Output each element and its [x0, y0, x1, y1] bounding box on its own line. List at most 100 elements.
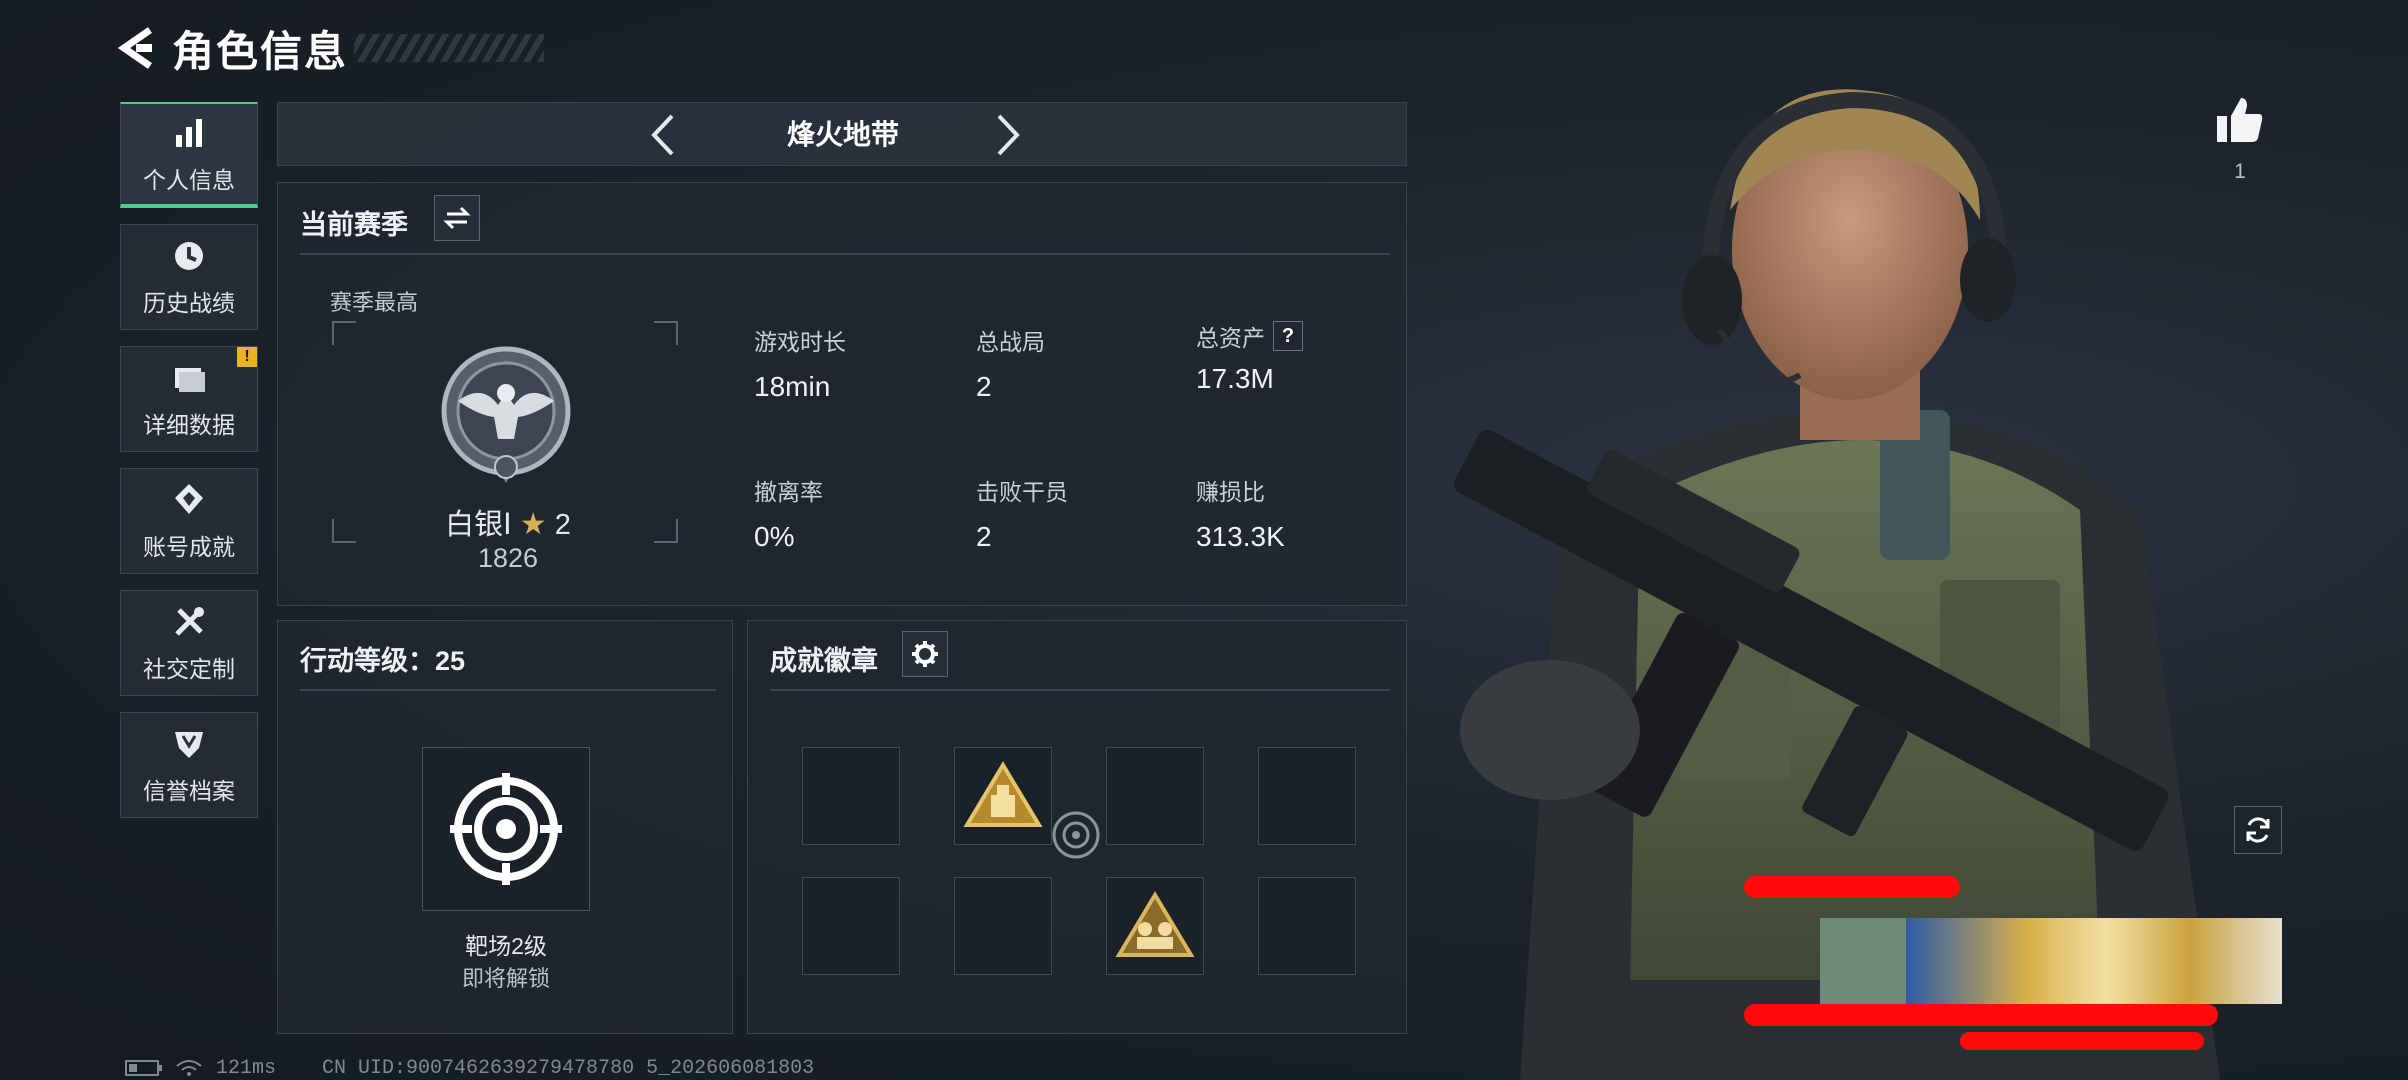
sidebar-item-label: 个人信息: [143, 167, 235, 193]
stat-value: 0%: [754, 521, 795, 552]
ping-value: 121ms: [216, 1056, 277, 1080]
stat-label: 赚损比: [1196, 479, 1265, 505]
redaction-mark: [1960, 1032, 2204, 1050]
mode-next-button[interactable]: [978, 109, 1038, 161]
badge-emblem-icon: [1052, 811, 1100, 859]
mode-selector: 烽火地带: [277, 102, 1407, 166]
badge-slot[interactable]: [1106, 747, 1204, 845]
action-level-panel: 行动等级：25 靶场2级 即将解锁: [277, 620, 733, 1034]
unlock-status: 即将解锁: [461, 966, 550, 991]
sidebar-item-label: 社交定制: [143, 656, 235, 682]
season-panel: 当前赛季 赛季最高 白银Ⅰ ★ 2 1826 游戏时长 18min 总战局 2: [277, 182, 1407, 606]
sidebar-item-reputation[interactable]: 信誉档案: [120, 712, 258, 818]
sidebar-item-personal-info[interactable]: 个人信息: [120, 102, 258, 208]
thumbs-up-icon: [2217, 98, 2263, 142]
stat-value: 2: [976, 521, 992, 552]
refresh-button[interactable]: [2234, 806, 2282, 854]
season-switch-button[interactable]: [434, 195, 480, 241]
badge-slot[interactable]: [1258, 747, 1356, 845]
bar-chart-icon: [176, 119, 202, 147]
badge-slot[interactable]: [954, 877, 1052, 975]
help-icon[interactable]: ?: [1273, 321, 1303, 351]
chevron-left-icon: [651, 114, 674, 156]
like-count: 1: [2234, 160, 2246, 183]
uid-text: CN UID:9007462639279478780 5_20260608180…: [322, 1056, 815, 1080]
sidebar-item-label: 账号成就: [143, 534, 235, 560]
sidebar-item-label: 详细数据: [143, 412, 235, 438]
rank-points: 1826: [477, 543, 539, 573]
sidebar-item-history[interactable]: 历史战绩: [120, 224, 258, 330]
page-title: 角色信息: [172, 27, 349, 75]
divider: [770, 689, 1390, 691]
card-avatar: [1820, 918, 1906, 1004]
badge-slot[interactable]: [954, 747, 1052, 845]
season-title: 当前赛季: [300, 210, 408, 240]
redaction-mark: [1744, 876, 1960, 898]
squad-badge-icon: [1115, 891, 1195, 957]
action-level-title: 行动等级：25: [300, 646, 466, 676]
stat-total-assets: 总资产 ? 17.3M: [1196, 319, 1303, 395]
rank-stars: 2: [554, 509, 571, 541]
supply-badge-icon: [963, 761, 1043, 827]
stat-value: 17.3M: [1196, 363, 1274, 394]
wifi-icon: [176, 1060, 202, 1076]
sidebar-item-detailed-data[interactable]: 详细数据 !: [120, 346, 258, 452]
stat-label: 游戏时长: [754, 329, 846, 355]
shield-icon: [175, 732, 203, 758]
chevron-right-icon: [997, 114, 1020, 156]
stat-value: 18min: [754, 371, 831, 402]
stat-label: 击败干员: [976, 479, 1068, 505]
stat-label: 总战局: [976, 329, 1045, 355]
rank-badge-icon: [441, 346, 571, 483]
level-unlock-card[interactable]: [422, 747, 590, 911]
refresh-icon: [2246, 817, 2270, 843]
folder-icon: [175, 368, 205, 392]
stat-extract-rate: 撤离率 0%: [754, 473, 823, 553]
rank-tier: 白银Ⅰ: [445, 509, 512, 541]
mode-label: 烽火地带: [786, 119, 899, 150]
alert-badge: !: [237, 347, 257, 367]
badge-slot[interactable]: [802, 877, 900, 975]
mode-prev-button[interactable]: [633, 109, 693, 161]
unlock-name: 靶场2级: [465, 933, 547, 959]
battery-icon: [125, 1060, 162, 1076]
star-icon: ★: [519, 508, 547, 541]
divider: [300, 689, 716, 691]
gear-icon: [912, 641, 938, 667]
stat-label: 总资产 ?: [1196, 319, 1303, 353]
stat-profit-loss-ratio: 赚损比 313.3K: [1196, 473, 1285, 553]
sidebar-item-label: 信誉档案: [143, 778, 235, 804]
tools-icon: [175, 607, 204, 636]
badge-settings-button[interactable]: [902, 631, 948, 677]
header: 角色信息: [110, 18, 545, 78]
badges-title: 成就徽章: [770, 646, 878, 676]
sidebar-item-social-custom[interactable]: 社交定制: [120, 590, 258, 696]
rank-name: 白银Ⅰ ★ 2: [408, 501, 608, 543]
name-card-banner: [1820, 918, 2282, 1004]
like-button[interactable]: [2210, 90, 2270, 150]
back-button[interactable]: [110, 18, 162, 78]
redaction-mark: [1744, 1004, 2218, 1026]
stat-label-text: 总资产: [1196, 325, 1265, 351]
history-clock-icon: [175, 242, 203, 270]
badge-slot[interactable]: [1258, 877, 1356, 975]
badge-slot[interactable]: [1106, 877, 1204, 975]
achievement-icon: [175, 484, 203, 514]
swap-icon: [443, 206, 471, 230]
stat-total-matches: 总战局 2: [976, 323, 1045, 403]
badge-slot[interactable]: [802, 747, 900, 845]
status-bar: 121ms CN UID:9007462639279478780 5_20260…: [124, 1056, 814, 1080]
stat-value: 2: [976, 371, 992, 402]
sidebar: 个人信息 历史战绩 详细数据 ! 账号成就 社交定制 信誉档案: [120, 102, 260, 834]
sidebar-item-label: 历史战绩: [143, 290, 235, 316]
back-arrow-icon: [117, 27, 152, 69]
season-best-label: 赛季最高: [330, 290, 419, 315]
stat-play-time: 游戏时长 18min: [754, 323, 846, 403]
stat-label: 撤离率: [754, 479, 823, 505]
sidebar-item-achievements[interactable]: 账号成就: [120, 468, 258, 574]
stat-operators-defeated: 击败干员 2: [976, 473, 1068, 553]
title-decoration: [354, 34, 545, 62]
achievement-badges-panel: 成就徽章: [747, 620, 1407, 1034]
target-icon: [450, 773, 562, 885]
divider: [300, 253, 1390, 255]
